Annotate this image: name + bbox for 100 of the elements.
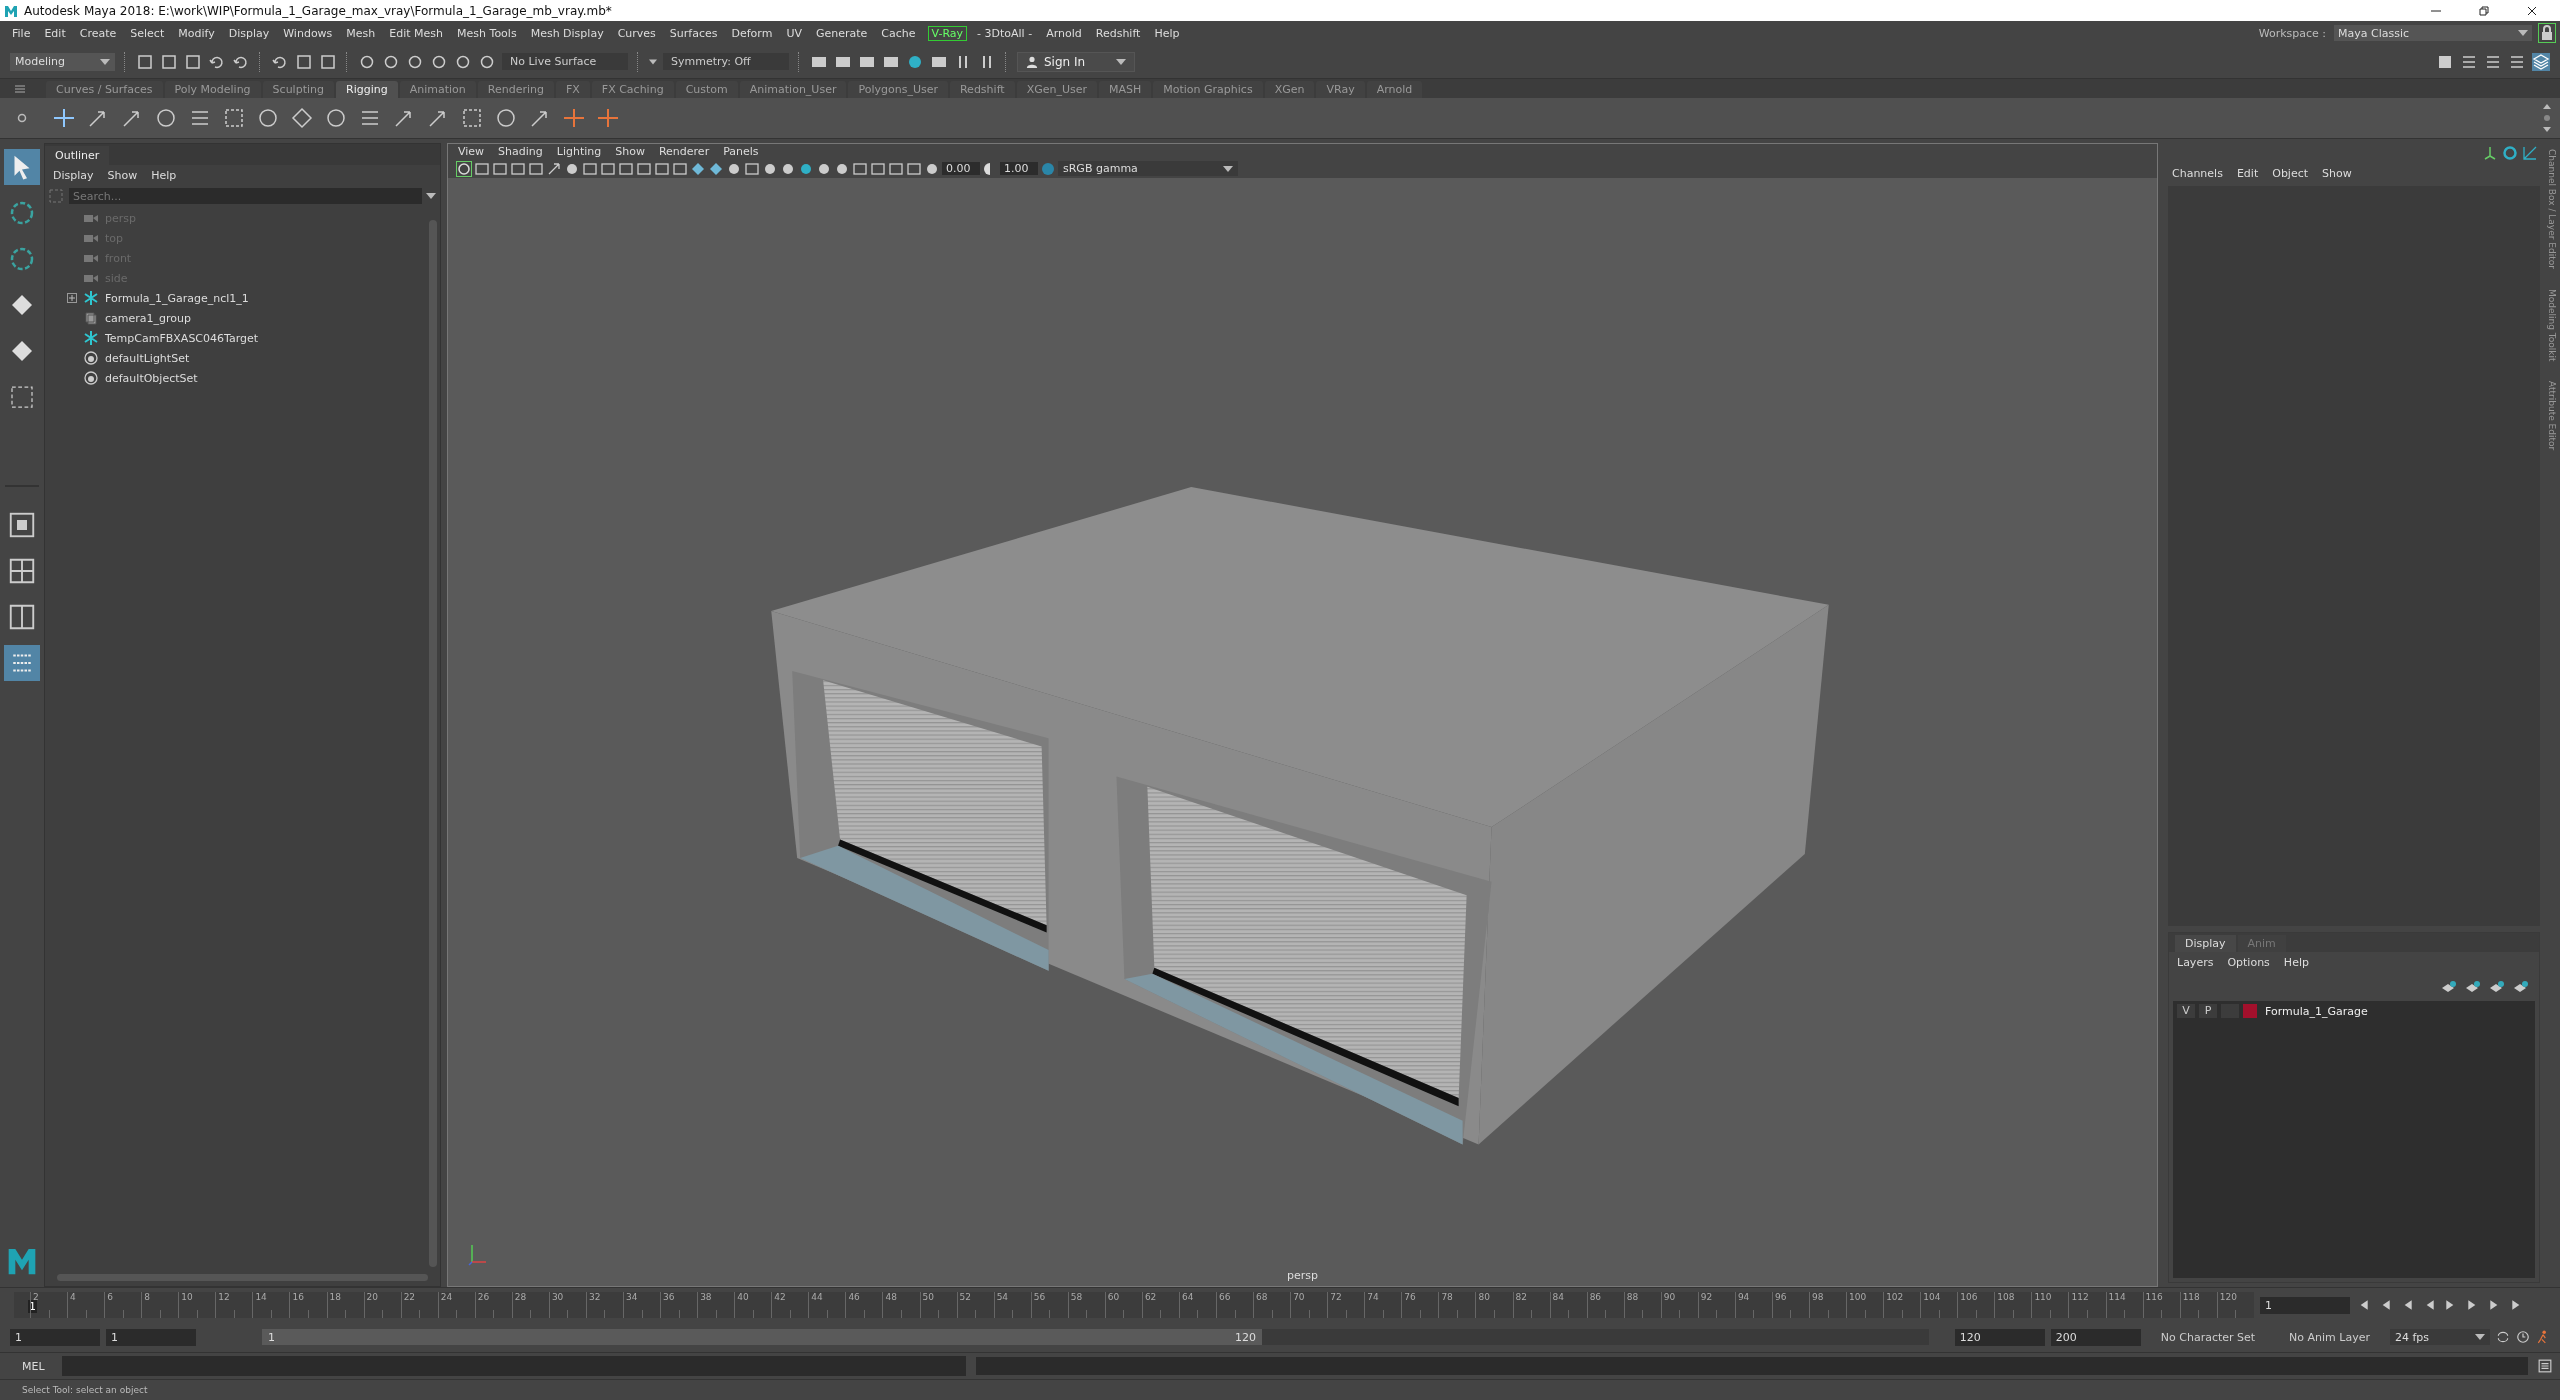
menu-item[interactable]: View (452, 144, 493, 159)
circle-icon[interactable] (324, 106, 348, 130)
square-icon[interactable] (618, 160, 634, 177)
menu-item[interactable]: Cache (875, 25, 924, 41)
menu-item[interactable]: Help (2277, 955, 2317, 970)
layers-icon[interactable] (2532, 52, 2550, 71)
sign-in-dropdown[interactable]: Sign In (1017, 51, 1135, 72)
menu-item[interactable]: Options (2221, 955, 2278, 970)
square-icon[interactable] (672, 160, 688, 177)
menu-item[interactable]: Windows (277, 25, 341, 41)
playback-start-field[interactable]: 1 (106, 1328, 196, 1346)
shelf-tab[interactable]: Rendering (477, 81, 554, 98)
menu-item[interactable]: Help (1148, 25, 1188, 41)
menu-item[interactable]: Create (73, 25, 125, 41)
menu-item[interactable]: File (6, 25, 39, 41)
menu-item[interactable]: Lighting (550, 144, 610, 159)
shelf-tab[interactable]: VRay (1316, 81, 1365, 98)
axis-icon[interactable] (2482, 145, 2498, 161)
menu-item[interactable]: Panels (717, 144, 767, 159)
mode-dropdown[interactable]: Modeling (10, 52, 115, 71)
menu-item[interactable]: Select (124, 25, 173, 41)
shelf-tab[interactable]: Polygons_User (848, 81, 948, 98)
range-slider[interactable]: 1 120 (262, 1329, 1263, 1345)
menu-item[interactable]: Deform (725, 25, 781, 41)
menu-item[interactable]: Mesh Tools (451, 25, 525, 41)
expand-icon[interactable] (67, 293, 77, 303)
script-editor-icon[interactable] (2538, 1359, 2552, 1373)
panel-tab[interactable]: Display (2175, 935, 2236, 952)
square-icon[interactable] (184, 52, 202, 71)
shelf-tab[interactable]: Rigging (336, 81, 398, 98)
gamma-field[interactable]: 1.00 (1000, 162, 1038, 175)
scroll-arrows-icon[interactable] (2542, 103, 2552, 133)
menu-item[interactable]: Layers (2171, 955, 2222, 970)
shelf-tab[interactable]: FX (555, 81, 590, 98)
layer-action-icon[interactable] (2465, 979, 2481, 995)
shelf-tab[interactable]: Arnold (1366, 81, 1423, 98)
restore-icon[interactable] (2478, 4, 2490, 17)
menu-item[interactable]: Edit Mesh (383, 25, 452, 41)
square-icon[interactable] (870, 160, 886, 177)
square-icon[interactable] (744, 160, 760, 177)
shelf-tab[interactable]: Motion Graphics (1153, 81, 1263, 98)
outliner-item[interactable]: TempCamFBXASC046Target (105, 331, 259, 345)
side-tab[interactable]: Attribute Editor (2547, 381, 2557, 451)
shelf-tab[interactable]: Sculpting (262, 81, 334, 98)
square-icon[interactable] (295, 52, 313, 71)
menu-item[interactable]: Display (222, 25, 278, 41)
square-icon[interactable] (906, 160, 922, 177)
arrow-icon[interactable] (546, 160, 562, 177)
menu-item[interactable]: Show (2316, 166, 2360, 181)
plus-icon[interactable] (596, 106, 620, 130)
graph-icon[interactable] (2522, 145, 2538, 161)
menu-item[interactable]: UV (780, 25, 810, 41)
side-tab[interactable]: Modeling Toolkit (2547, 288, 2557, 362)
menu-item[interactable]: Mesh Display (524, 25, 612, 41)
menu-item[interactable]: Shading (492, 144, 551, 159)
menu-item[interactable]: Channels (2166, 166, 2231, 181)
menu-item[interactable]: Generate (809, 25, 876, 41)
fps-dropdown[interactable]: 24 fps (2390, 1329, 2490, 1345)
shelf-tab[interactable]: MASH (1099, 81, 1152, 98)
outliner-item[interactable]: defaultLightSet (105, 351, 190, 365)
square-icon[interactable] (528, 160, 544, 177)
square-icon[interactable] (636, 160, 652, 177)
character-set-dropdown[interactable]: No Character Set (2146, 1330, 2270, 1344)
shelf-tab[interactable]: Poly Modeling (164, 81, 261, 98)
lock-icon[interactable] (2538, 23, 2556, 43)
menu-item[interactable]: Display (47, 168, 102, 183)
shelf-tab[interactable]: Animation (399, 81, 476, 98)
layer-action-icon[interactable] (2441, 979, 2457, 995)
square-icon[interactable] (654, 160, 670, 177)
menu-item[interactable]: Arnold (1040, 25, 1090, 41)
diamond-icon[interactable] (708, 160, 724, 177)
menu-item[interactable]: Edit (38, 25, 74, 41)
square-icon[interactable] (460, 106, 484, 130)
visibility-toggle[interactable]: V (2177, 1004, 2195, 1018)
shelf-tab[interactable]: Curves / Surfaces (46, 81, 163, 98)
menu-item[interactable]: Object (2266, 166, 2317, 181)
lines-icon[interactable] (4, 645, 40, 681)
plus-icon[interactable] (562, 106, 586, 130)
menu-item[interactable]: Help (145, 168, 185, 183)
end-frame-field[interactable]: 200 (2050, 1328, 2141, 1346)
menu-item[interactable]: - 3DtoAll - (971, 25, 1041, 41)
exposure-field[interactable]: 0.00 (942, 162, 980, 175)
diamond-icon[interactable] (690, 160, 706, 177)
loop-icon[interactable] (2496, 1330, 2510, 1344)
close-icon[interactable] (2526, 4, 2538, 17)
symmetry-field[interactable]: Symmetry: Off (663, 53, 789, 70)
shelf-tab[interactable]: Custom (675, 81, 738, 98)
start-frame-field[interactable]: 1 (10, 1328, 100, 1346)
outliner-item[interactable]: Formula_1_Garage_ncl1_1 (105, 291, 249, 305)
menu-item[interactable]: Mesh (340, 25, 384, 41)
square-icon[interactable] (160, 52, 178, 71)
shelf-tab[interactable]: Redshift (949, 81, 1015, 98)
clock-icon[interactable] (2516, 1330, 2530, 1344)
square-icon[interactable] (319, 52, 337, 71)
square-icon[interactable] (222, 106, 246, 130)
layer-action-icon[interactable] (2489, 979, 2505, 995)
menu-item[interactable]: Renderer (652, 144, 718, 159)
live-surface-field[interactable]: No Live Surface (502, 53, 628, 70)
square-icon[interactable] (888, 160, 904, 177)
shelf-tab[interactable]: XGen (1264, 81, 1315, 98)
